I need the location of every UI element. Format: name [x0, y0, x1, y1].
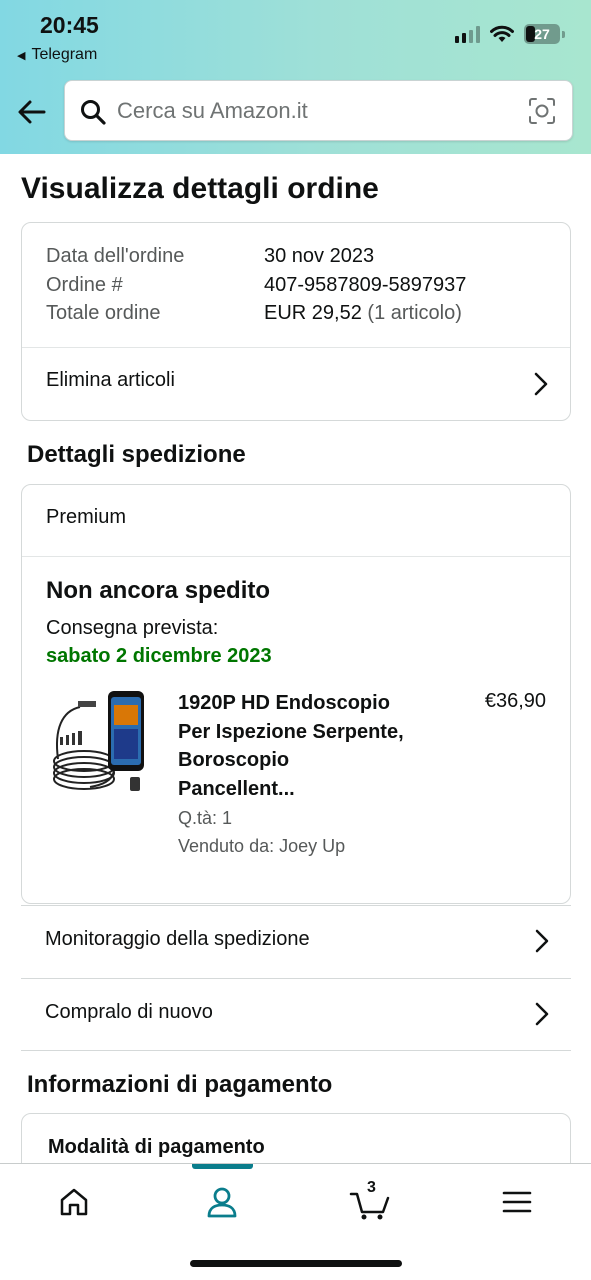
- divider: [22, 556, 570, 557]
- buy-again-row[interactable]: Compralo di nuovo: [21, 978, 571, 1050]
- status-time: 20:45: [40, 12, 99, 38]
- product-title-line: Per Ispezione Serpente,: [178, 720, 404, 743]
- track-shipment-label: Monitoraggio della spedizione: [45, 928, 310, 950]
- shipment-card: Premium Non ancora spedito Consegna prev…: [21, 484, 571, 904]
- product-title-line: Pancellent...: [178, 777, 295, 800]
- cellular-signal-icon: [455, 25, 480, 43]
- delete-items-label: Elimina articoli: [46, 369, 175, 391]
- camera-search-icon[interactable]: [528, 97, 556, 125]
- battery-cap: [562, 30, 565, 38]
- divider: [21, 1050, 571, 1051]
- product-title-line: Boroscopio: [178, 749, 290, 771]
- search-icon: [81, 100, 106, 125]
- account-icon[interactable]: [202, 1182, 242, 1222]
- shipping-section-title: Dettagli spedizione: [27, 441, 246, 468]
- order-number-label: Ordine #: [46, 274, 123, 296]
- shipping-service: Premium: [46, 506, 127, 528]
- track-shipment-row[interactable]: Monitoraggio della spedizione: [21, 905, 571, 977]
- home-indicator: [190, 1260, 402, 1267]
- page-title: Visualizza dettagli ordine: [21, 172, 379, 205]
- order-total-items: (1 articolo): [367, 302, 462, 324]
- product-seller: Venduto da: Joey Up: [178, 836, 346, 856]
- back-arrow-icon[interactable]: [16, 96, 48, 128]
- buy-again-label: Compralo di nuovo: [45, 1001, 213, 1023]
- order-total-value: EUR 29,52 (1 articolo): [264, 302, 462, 325]
- delete-items-row[interactable]: Elimina articoli: [22, 348, 570, 421]
- product-title-line: 1920P HD Endoscopio: [178, 692, 390, 714]
- order-date-label: Data dell'ordine: [46, 245, 185, 267]
- order-number-value: 407-9587809-5897937: [264, 274, 467, 296]
- back-app-label: Telegram: [31, 46, 98, 63]
- search-input[interactable]: [117, 91, 507, 131]
- shipment-status: Non ancora spedito: [46, 577, 271, 604]
- search-bar[interactable]: [64, 80, 573, 141]
- product-quantity: Q.tà: 1: [178, 808, 233, 828]
- order-total-amount: EUR 29,52: [264, 302, 362, 324]
- payment-section-title: Informazioni di pagamento: [27, 1071, 333, 1098]
- chevron-right-icon: [535, 1002, 549, 1026]
- delivery-date: sabato 2 dicembre 2023: [46, 645, 272, 667]
- order-date-value: 30 nov 2023: [264, 245, 375, 267]
- product-title[interactable]: 1920P HD Endoscopio Per Ispezione Serpen…: [178, 689, 440, 803]
- delivery-label: Consegna prevista:: [46, 617, 219, 639]
- product-price: €36,90: [484, 690, 546, 712]
- order-summary-card: Data dell'ordine 30 nov 2023 Ordine # 40…: [21, 222, 571, 421]
- menu-icon[interactable]: [497, 1182, 537, 1222]
- wifi-icon: [490, 25, 514, 42]
- chevron-right-icon: [534, 372, 548, 396]
- order-total-label: Totale ordine: [46, 302, 161, 324]
- back-triangle-icon: ◀: [17, 50, 26, 62]
- status-icons: 27: [455, 24, 565, 44]
- chevron-right-icon: [535, 929, 549, 953]
- payment-method-title: Modalità di pagamento: [48, 1136, 265, 1158]
- back-to-app-link[interactable]: ◀ Telegram: [17, 46, 97, 64]
- home-icon[interactable]: [54, 1182, 94, 1222]
- active-tab-indicator: [192, 1164, 253, 1169]
- header: 20:45 ◀ Telegram 27: [0, 0, 591, 154]
- battery-icon: 27: [524, 24, 560, 44]
- cart-count-badge: 3: [367, 1179, 376, 1196]
- battery-level: 27: [534, 26, 550, 42]
- product-image[interactable]: [50, 689, 152, 801]
